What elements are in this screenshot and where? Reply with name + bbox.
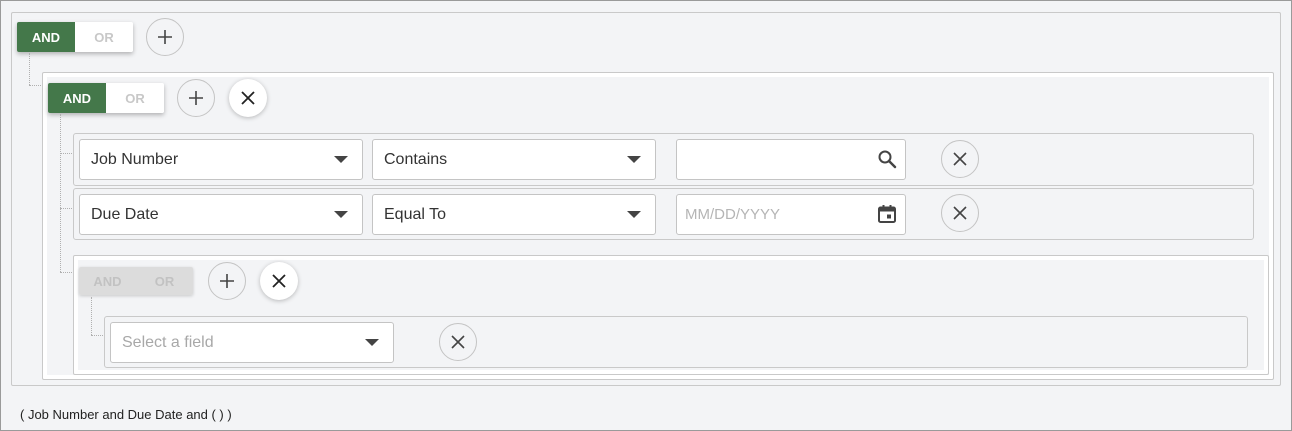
chevron-down-icon [334,156,348,163]
close-icon [953,152,967,166]
plus-icon [158,30,172,44]
group-1-remove-button[interactable] [229,79,267,117]
tree-connector [91,335,105,336]
close-icon [241,91,255,105]
plus-icon [220,274,234,288]
tree-connector [60,272,74,273]
chevron-down-icon [334,211,348,218]
field-select-value: Job Number [91,150,179,168]
date-input[interactable] [676,194,906,235]
field-select-value: Due Date [91,205,159,223]
operator-select-value: Contains [384,150,448,168]
group-2-add-button[interactable] [208,262,246,300]
root-and-or-toggle: AND OR [17,22,133,52]
field-select[interactable]: Select a field [110,322,394,363]
search-icon[interactable] [877,149,897,169]
field-select[interactable]: Due Date [79,194,363,235]
calendar-icon[interactable] [877,204,897,224]
group-2-and-button[interactable]: AND [79,267,136,295]
chevron-down-icon [627,211,641,218]
remove-rule-button[interactable] [941,194,979,232]
tree-connector [29,85,43,86]
tree-connector [91,297,92,335]
operator-select[interactable]: Contains [372,139,656,180]
close-icon [451,335,465,349]
query-summary-text: ( Job Number and Due Date and ( ) ) [20,407,232,422]
group-1-and-button[interactable]: AND [48,83,106,113]
plus-icon [189,91,203,105]
field-select[interactable]: Job Number [79,139,363,180]
close-icon [272,274,286,288]
remove-rule-button[interactable] [941,140,979,178]
tree-connector [60,208,74,209]
tree-connector [29,53,30,85]
group-1-add-button[interactable] [177,79,215,117]
tree-connector [60,153,74,154]
tree-connector [60,114,61,272]
operator-select-value: Equal To [384,205,446,223]
operator-select[interactable]: Equal To [372,194,656,235]
close-icon [953,206,967,220]
group-2-remove-button[interactable] [260,262,298,300]
root-add-button[interactable] [146,18,184,56]
root-and-button[interactable]: AND [17,22,75,52]
group-2-or-button[interactable]: OR [136,267,193,295]
group-1-and-or-toggle: AND OR [48,83,164,113]
field-select-placeholder: Select a field [122,333,214,351]
chevron-down-icon [627,156,641,163]
group-1-or-button[interactable]: OR [106,83,164,113]
group-2-and-or-toggle: AND OR [79,267,193,295]
chevron-down-icon [365,339,379,346]
value-search-input[interactable] [676,139,906,180]
root-or-button[interactable]: OR [75,22,133,52]
remove-rule-button[interactable] [439,323,477,361]
